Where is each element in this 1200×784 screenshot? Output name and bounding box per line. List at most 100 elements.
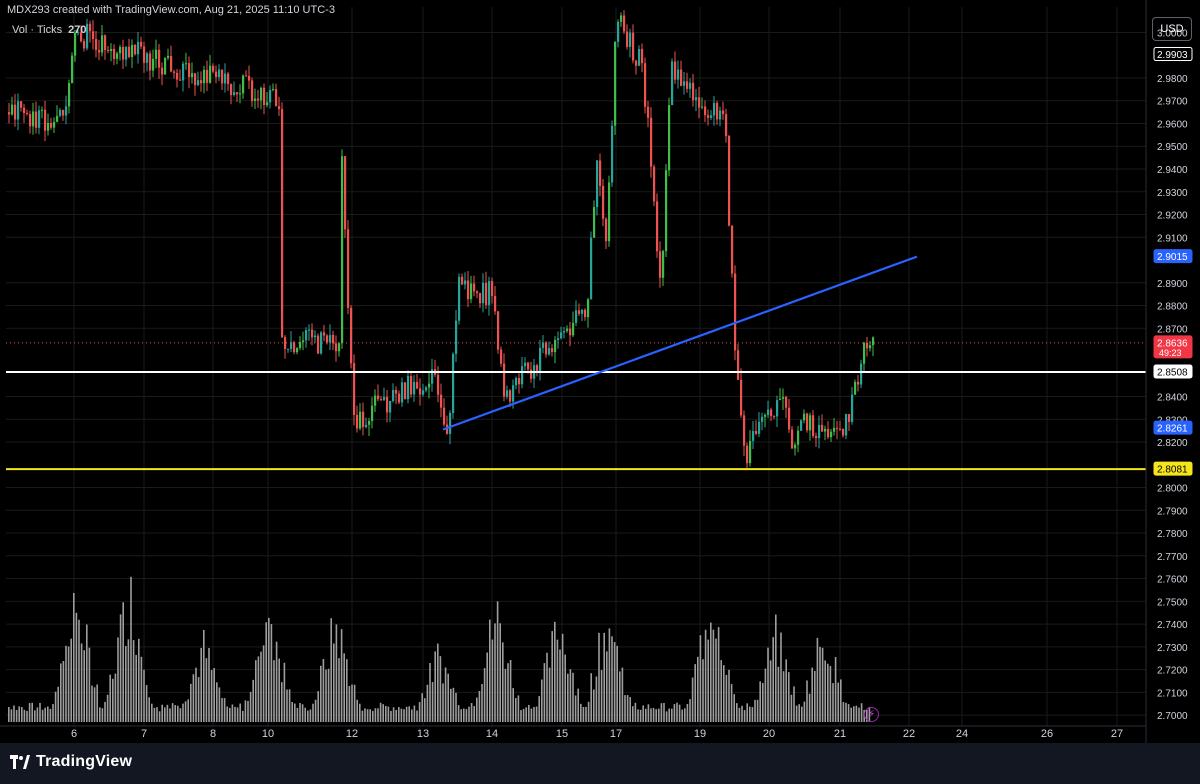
volume-bar <box>845 702 847 722</box>
candle-body <box>242 75 245 94</box>
horizontal-lines[interactable] <box>6 370 1146 471</box>
volume-bar <box>803 701 806 722</box>
candle-body <box>395 390 398 394</box>
candle-body <box>341 156 344 344</box>
candle-body <box>836 427 839 429</box>
candle-body <box>476 291 479 294</box>
time-tick-label: 17 <box>610 728 622 740</box>
volume-bar <box>10 709 13 722</box>
volume-bar <box>112 678 114 722</box>
candle-body <box>545 342 548 355</box>
volume-bar <box>681 709 683 722</box>
candle-body <box>344 156 347 230</box>
volume-bar <box>408 706 410 722</box>
volume-bar <box>403 709 405 722</box>
price-tick-label: 2.7600 <box>1157 575 1188 586</box>
volume-legend[interactable]: Vol · Ticks 270 <box>12 24 86 36</box>
volume-bar <box>122 602 124 722</box>
volume-bar <box>325 669 327 722</box>
volume-bar <box>83 650 85 722</box>
candle-body <box>332 334 335 344</box>
volume-bar <box>814 671 816 722</box>
candle-body <box>680 69 683 86</box>
volume-bar <box>88 647 91 722</box>
candle-body <box>224 73 227 84</box>
volume-bar <box>197 677 200 722</box>
candle-body <box>659 251 662 278</box>
candle-body <box>305 330 308 341</box>
candle-body <box>359 411 362 429</box>
candle-body <box>461 276 464 285</box>
volume-bar <box>616 645 618 722</box>
price-tick-label: 2.7200 <box>1157 666 1188 677</box>
candle-body <box>170 55 173 72</box>
time-axis[interactable]: 6 7 8 10 12 13 14 15 17 19 20 21 22 24 26 27 <box>0 725 1146 740</box>
volume-bar <box>132 640 135 722</box>
candle-body <box>209 65 212 83</box>
time-tick-label: 24 <box>956 728 968 740</box>
volume-bar <box>320 665 322 722</box>
price-tick-label: 2.9400 <box>1157 165 1188 176</box>
candle-body <box>413 382 416 395</box>
volume-bar <box>738 707 741 722</box>
candle-body <box>101 35 104 53</box>
volume-bar <box>494 623 496 722</box>
candle-body <box>872 337 875 346</box>
candle-body <box>677 69 680 80</box>
candle-body <box>32 111 35 127</box>
candle-body <box>233 92 236 95</box>
volume-bar <box>801 706 803 722</box>
price-chart[interactable]: 3.00002.98002.97002.96002.95002.94002.93… <box>0 0 1200 743</box>
price-tick-label: 2.8800 <box>1157 302 1188 313</box>
candle-body <box>830 431 833 438</box>
candle-body <box>731 225 734 274</box>
volume-bar <box>364 708 366 722</box>
volume-bar <box>832 683 834 722</box>
volume-bar <box>104 701 106 722</box>
candle-body <box>311 329 314 338</box>
volume-bar <box>15 709 18 722</box>
volume-bar <box>840 679 842 722</box>
candle-body <box>764 415 767 417</box>
candle-body <box>518 377 521 385</box>
candle-body <box>422 390 425 395</box>
candle-body <box>773 416 776 418</box>
candle-body <box>575 310 578 323</box>
volume-bar <box>452 687 455 722</box>
candle-body <box>779 398 782 401</box>
candle-body <box>752 431 755 441</box>
volume-bar <box>444 667 447 722</box>
volume-bar <box>780 632 782 722</box>
candle-body <box>683 81 686 86</box>
currency-button[interactable]: USD <box>1152 17 1192 41</box>
volume-bar <box>18 706 20 722</box>
tradingview-logo[interactable]: TradingView <box>10 753 132 771</box>
volume-bar <box>330 618 332 722</box>
candle-body <box>299 342 302 348</box>
volume-bar <box>434 651 436 722</box>
lightning-icon[interactable]: ⚡ <box>864 707 879 722</box>
candle-body <box>122 46 125 60</box>
candle-body <box>728 136 731 226</box>
volume-bar <box>346 659 348 722</box>
volume-bar <box>177 705 179 722</box>
candle-body <box>173 71 176 73</box>
candle-body <box>428 383 431 388</box>
candle-body <box>578 310 581 314</box>
volume-bar <box>379 702 382 722</box>
price-axis[interactable]: 3.00002.98002.97002.96002.95002.94002.93… <box>1145 0 1200 743</box>
candle-body <box>386 396 389 413</box>
candle-body <box>557 338 560 341</box>
candle-body <box>203 69 206 84</box>
volume-bar <box>663 702 665 722</box>
volume-bar <box>478 690 481 722</box>
chart-attribution: MDX293 created with TradingView.com, Aug… <box>7 4 335 16</box>
candle-body <box>443 407 446 425</box>
volume-bar <box>135 654 137 722</box>
candle-body <box>569 328 572 336</box>
volume-bar <box>509 659 512 722</box>
volume-bar <box>463 708 465 722</box>
candle-body <box>92 31 95 40</box>
volume-bar <box>418 702 421 722</box>
volume-bar <box>613 642 616 722</box>
